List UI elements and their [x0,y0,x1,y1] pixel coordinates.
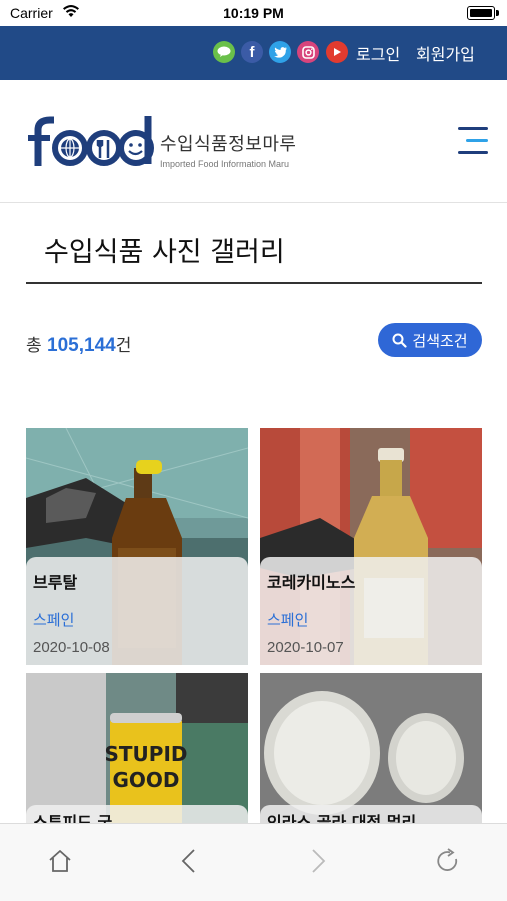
product-country: 스페인 [267,611,309,629]
kakao-icon[interactable] [213,41,235,63]
card-info: 인라스 골라 대접 멀리 [260,805,482,823]
search-filter-button[interactable]: 검색조건 [378,323,482,357]
count-value: 105,144 [47,335,116,356]
food-logo-mark [28,116,154,166]
search-filter-label: 검색조건 [412,331,468,350]
product-name: 브루탈 [33,573,78,592]
product-country: 스페인 [33,611,75,629]
login-link[interactable]: 로그인 [356,41,400,65]
refresh-icon[interactable] [433,846,463,876]
instagram-icon[interactable] [297,41,319,63]
card-info: 브루탈 스페인 2020-10-08 [26,557,248,665]
svg-text:STUPID: STUPID [105,742,188,766]
search-icon [392,333,407,348]
count-prefix: 총 [26,336,42,356]
title-divider [26,282,482,284]
product-date: 2020-10-07 [267,639,344,656]
signup-link[interactable]: 회원가입 [416,41,475,65]
top-utility-bar: f 로그인 회원가입 [0,26,507,80]
logo-korean-name: 수입식품정보마루 [160,134,297,155]
status-bar: Carrier 10:19 PM [0,0,507,26]
youtube-icon[interactable] [326,41,348,63]
food-logo[interactable] [24,114,154,166]
home-icon[interactable] [45,846,75,876]
logo-text: 수입식품정보마루 Imported Food Information Maru [160,130,296,169]
clock: 10:19 PM [223,5,284,21]
back-icon[interactable] [174,846,204,876]
card-info: 코레카미노스 스페인 2020-10-07 [260,557,482,665]
twitter-icon[interactable] [269,41,291,63]
battery-icon [467,6,499,20]
count-suffix: 건 [115,336,132,356]
product-photo [260,673,482,823]
logo-english-name: Imported Food Information Maru [160,159,290,169]
page-title: 수입식품 사진 갤러리 [44,237,285,268]
product-name: 스투피드 굿 [33,813,113,823]
result-count: 총 105,144건 [26,331,131,357]
gallery-card[interactable]: 인라스 골라 대접 멀리 [260,673,482,823]
product-name: 인라스 골라 대접 멀리 [267,813,417,823]
product-name: 코레카미노스 [267,573,356,592]
product-date: 2020-10-08 [33,639,110,656]
product-photo: STUPID GOOD [26,673,248,823]
site-header: 수입식품정보마루 Imported Food Information Maru [0,80,507,203]
hamburger-menu-icon[interactable] [456,127,488,157]
gallery-card[interactable]: STUPID GOOD 스투피드 굿 [26,673,248,823]
svg-text:GOOD: GOOD [112,768,179,792]
browser-toolbar [0,823,507,901]
card-info: 스투피드 굿 [26,805,248,823]
forward-icon[interactable] [303,846,333,876]
gallery-card[interactable]: 브루탈 스페인 2020-10-08 [26,428,248,665]
gallery-card[interactable]: 코레카미노스 스페인 2020-10-07 [260,428,482,665]
facebook-icon[interactable]: f [241,41,263,63]
